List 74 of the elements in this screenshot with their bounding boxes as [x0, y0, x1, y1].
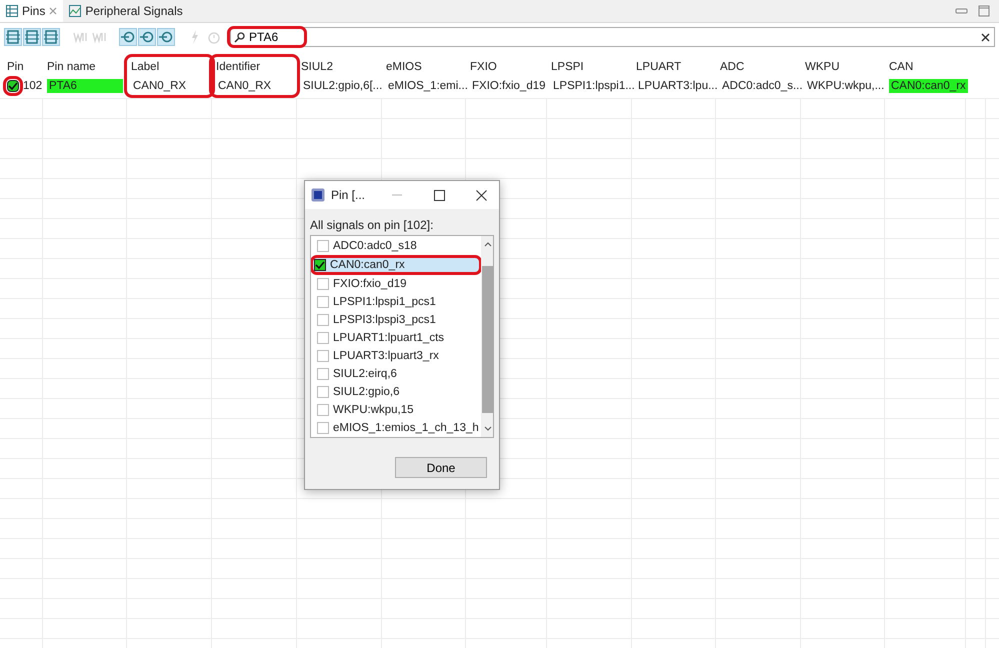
checkbox[interactable] — [317, 278, 329, 290]
chart-icon — [69, 5, 82, 17]
column-header[interactable]: LPUART — [636, 60, 682, 72]
column-header[interactable]: ADC — [720, 60, 744, 72]
signal-item[interactable]: LPUART3:lpuart3_rx — [311, 347, 482, 365]
table-rows-icon — [24, 29, 40, 45]
checkbox[interactable] — [317, 386, 329, 398]
column-header[interactable]: WKPU — [805, 60, 840, 72]
table-cell-text: FXIO:fxio_d19 — [471, 78, 547, 92]
checkbox[interactable] — [317, 422, 329, 434]
view-tab[interactable]: Peripheral Signals — [63, 0, 189, 22]
table-cell-text: eMIOS_1:emi... — [387, 78, 469, 92]
search-icon — [234, 32, 245, 42]
circle-arrow-icon — [120, 29, 136, 45]
column-header[interactable]: eMIOS — [386, 60, 422, 72]
done-button[interactable]: Done — [395, 457, 487, 478]
toolbar-button[interactable] — [42, 28, 60, 46]
dialog-prompt: All signals on pin [102]: — [309, 217, 434, 234]
signal-item[interactable]: LPSPI3:lpspi3_pcs1 — [311, 311, 482, 329]
dialog-title: Pin [... — [331, 188, 366, 202]
app-icon — [311, 188, 325, 202]
scrollbar[interactable] — [480, 236, 493, 437]
checkbox[interactable] — [317, 332, 329, 344]
table-cell: CAN0:can0_rx — [889, 78, 968, 92]
search-field[interactable]: PTA6 — [230, 27, 995, 47]
table-cell-text: 102 — [22, 78, 44, 92]
checkbox[interactable] — [317, 404, 329, 416]
checkbox[interactable] — [317, 350, 329, 362]
column-header[interactable]: CAN — [889, 60, 914, 72]
maximize-icon[interactable] — [434, 190, 444, 200]
signal-item[interactable]: FXIO:fxio_d19 — [311, 275, 482, 293]
checkbox[interactable] — [317, 240, 329, 252]
checkbox[interactable] — [314, 259, 326, 271]
clear-icon[interactable] — [981, 32, 990, 42]
table-cell-text: LPUART3:lpu... — [637, 78, 719, 92]
signal-item[interactable]: eMIOS_1:emios_1_ch_13_h — [311, 419, 482, 437]
column-header[interactable]: Pin — [7, 60, 24, 72]
column-header[interactable]: Pin name — [47, 60, 96, 72]
signal-item[interactable]: SIUL2:eirq,6 — [311, 365, 482, 383]
column-header[interactable]: LPSPI — [551, 60, 584, 72]
toolbar-button[interactable] — [157, 28, 175, 46]
signal-item[interactable]: SIUL2:gpio,6 — [311, 383, 482, 401]
table-cell-text: CAN0_RX — [217, 78, 272, 92]
toolbar-button[interactable] — [23, 28, 41, 46]
table-cell-text: ADC0:adc0_s... — [721, 78, 804, 92]
table-rows-icon — [43, 29, 59, 45]
signal-item[interactable]: LPUART1:lpuart1_cts — [311, 329, 482, 347]
table-cell-text: LPSPI1:lpspi1... — [552, 78, 636, 92]
checkbox[interactable] — [317, 296, 329, 308]
table-cell-text: SIUL2:gpio,6[... — [302, 78, 384, 92]
table-icon — [6, 5, 18, 17]
circle-arrow-icon — [158, 29, 174, 45]
search-box[interactable]: PTA6 — [227, 26, 307, 48]
checkbox[interactable] — [317, 368, 329, 380]
view-tab[interactable]: Pins — [0, 0, 64, 22]
table-cell: PTA6 — [47, 78, 123, 92]
circle-arrow-icon — [139, 29, 155, 45]
toolbar-button[interactable] — [138, 28, 156, 46]
close-icon[interactable] — [476, 190, 486, 200]
table-cell-text: WKPU:wkpu,... — [806, 78, 886, 92]
column-header[interactable]: Identifier — [216, 60, 260, 72]
signal-item[interactable]: LPSPI1:lpspi1_pcs1 — [311, 293, 482, 311]
signal-item[interactable]: ADC0:adc0_s18 — [311, 237, 482, 255]
minimize-icon[interactable] — [392, 194, 402, 196]
toolbar-button[interactable] — [119, 28, 137, 46]
column-header[interactable]: SIUL2 — [301, 60, 333, 72]
checkbox[interactable] — [317, 314, 329, 326]
signal-item[interactable]: WKPU:wkpu,15 — [311, 401, 482, 419]
column-header[interactable]: FXIO — [470, 60, 497, 72]
table-rows-icon — [5, 29, 21, 45]
signal-item[interactable]: CAN0:can0_rx — [311, 255, 482, 275]
table-cell-text: CAN0_RX — [132, 78, 188, 92]
column-header[interactable]: Label — [131, 60, 160, 72]
toolbar-button[interactable] — [4, 28, 22, 46]
